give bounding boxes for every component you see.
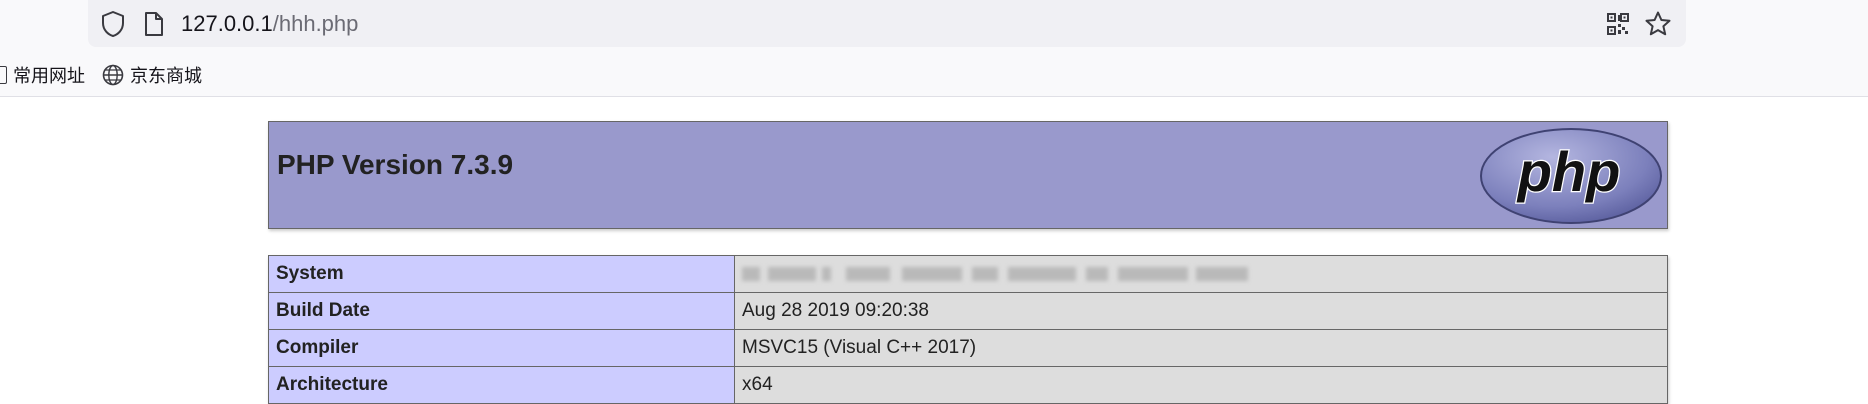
php-logo-text: php bbox=[1516, 140, 1621, 203]
row-label: Build Date bbox=[268, 292, 735, 330]
url-path: /hhh.php bbox=[272, 11, 359, 36]
bookmark-label: 京东商城 bbox=[130, 66, 202, 86]
bookmark-jd-mall[interactable]: 京东商城 bbox=[102, 58, 202, 92]
star-icon[interactable] bbox=[1644, 10, 1672, 38]
page-title: PHP Version 7.3.9 bbox=[277, 149, 514, 180]
qr-code-icon[interactable] bbox=[1607, 13, 1629, 35]
row-label: Architecture bbox=[268, 366, 735, 404]
redacted-text bbox=[742, 263, 1262, 285]
bookmark-frequent-sites[interactable]: 常用网址 bbox=[0, 58, 85, 92]
address-bar[interactable]: 127.0.0.1/hhh.php bbox=[88, 0, 1686, 47]
php-logo[interactable]: php bbox=[1479, 127, 1663, 225]
url-text[interactable]: 127.0.0.1/hhh.php bbox=[181, 9, 358, 39]
row-value: Aug 28 2019 09:20:38 bbox=[734, 292, 1668, 330]
table-row: Compiler MSVC15 (Visual C++ 2017) bbox=[268, 329, 1668, 367]
table-row: Build Date Aug 28 2019 09:20:38 bbox=[268, 292, 1668, 330]
table-row: System bbox=[268, 255, 1668, 293]
row-value: x64 bbox=[734, 366, 1668, 404]
php-info-table: System Build Date Aug 28 2019 09:20:38 C… bbox=[268, 255, 1668, 404]
folder-icon bbox=[0, 66, 7, 84]
bookmark-label: 常用网址 bbox=[13, 66, 85, 86]
php-version-header: PHP Version 7.3.9 php bbox=[268, 121, 1668, 229]
row-label: Compiler bbox=[268, 329, 735, 367]
url-host: 127.0.0.1 bbox=[181, 11, 273, 36]
browser-chrome: 127.0.0.1/hhh.php 常用网址 京东商城 bbox=[0, 0, 1868, 97]
row-value: MSVC15 (Visual C++ 2017) bbox=[734, 329, 1668, 367]
system-value-redacted bbox=[734, 255, 1668, 293]
page-icon bbox=[145, 12, 163, 36]
table-row: Architecture x64 bbox=[268, 366, 1668, 404]
globe-icon bbox=[102, 64, 124, 86]
shield-icon[interactable] bbox=[100, 10, 126, 38]
row-label: System bbox=[268, 255, 735, 293]
